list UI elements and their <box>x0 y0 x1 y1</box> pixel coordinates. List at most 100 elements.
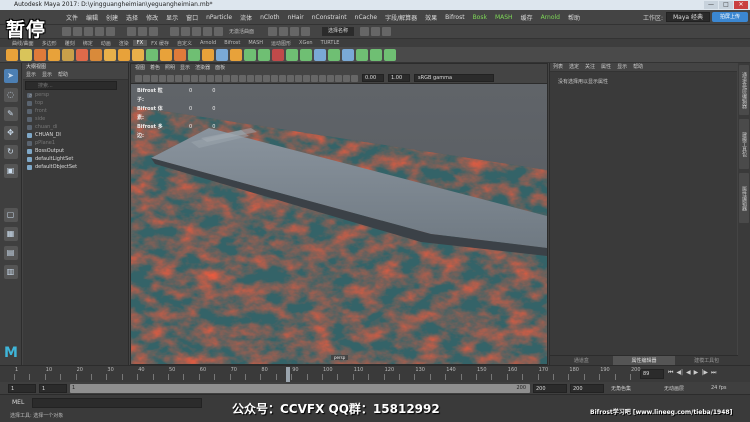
outliner-search-input[interactable] <box>25 81 117 90</box>
viewport-menu-item[interactable]: 照明 <box>165 64 175 73</box>
menu-item[interactable]: nConstraint <box>308 14 351 21</box>
shelf-tool-icon[interactable] <box>258 48 270 61</box>
outliner-item[interactable]: side <box>27 115 128 123</box>
outliner-item[interactable]: defaultLightSet <box>27 155 128 163</box>
menu-item[interactable]: 帮助 <box>564 13 584 22</box>
play-back-icon[interactable]: ◀ <box>686 369 691 377</box>
viewport-tool-icon[interactable] <box>239 74 246 82</box>
viewport-tool-icon[interactable] <box>303 74 310 82</box>
save-scene-icon[interactable] <box>84 27 93 36</box>
viewport-tool-icon[interactable] <box>247 74 254 82</box>
snap-view-icon[interactable] <box>203 27 212 36</box>
menu-item[interactable]: 创建 <box>102 13 122 22</box>
end-time-field[interactable]: 200 <box>570 383 604 393</box>
rotate-tool-icon[interactable]: ↻ <box>3 145 18 159</box>
toggle-panel-icon-2[interactable] <box>371 27 381 36</box>
step-back-icon[interactable]: ◀| <box>676 369 683 377</box>
shelf-tab[interactable]: 自定义 <box>173 40 196 47</box>
shelf-tab[interactable]: 运动图形 <box>267 40 295 47</box>
shelf-tool-icon[interactable] <box>118 48 130 61</box>
shelf-tab[interactable]: XGen <box>295 40 317 46</box>
shelf-tool-icon[interactable] <box>370 48 382 61</box>
select-component-icon[interactable] <box>149 27 158 36</box>
shelf-tool-icon[interactable] <box>48 48 60 61</box>
scale-tool-icon[interactable]: ▣ <box>3 164 18 178</box>
menu-item[interactable]: 选择 <box>122 13 142 22</box>
select-hierarchy-icon[interactable] <box>127 27 136 36</box>
attribute-tab[interactable]: 属性编辑器 <box>612 356 676 365</box>
four-view-icon[interactable]: ▦ <box>3 227 18 241</box>
shelf-tool-icon[interactable] <box>286 48 298 61</box>
ipr-render-icon[interactable] <box>279 27 289 36</box>
shelf-tool-icon[interactable] <box>132 48 144 61</box>
snap-grid-icon[interactable] <box>170 27 179 36</box>
toggle-panel-icon[interactable] <box>360 27 370 36</box>
viewport-tool-icon[interactable] <box>183 74 190 82</box>
playback-range-bar[interactable]: 1 200 <box>70 383 530 393</box>
shelf-tool-icon[interactable] <box>62 48 74 61</box>
step-forward-icon[interactable]: |▶ <box>701 369 708 377</box>
outliner-item[interactable]: persp <box>27 91 128 99</box>
viewport-tool-icon[interactable] <box>271 74 278 82</box>
viewport-menu-item[interactable]: 显示 <box>180 64 190 73</box>
shelf-tab[interactable]: 雕刻 <box>61 40 79 47</box>
outliner-menu-item[interactable]: 显示 <box>26 71 36 79</box>
single-view-icon[interactable]: ▢ <box>3 208 18 222</box>
viewport-tool-icon[interactable] <box>135 74 142 82</box>
snap-surface-icon[interactable] <box>214 27 223 36</box>
menu-item[interactable]: nCloth <box>256 14 284 21</box>
shelf-tool-icon[interactable] <box>328 48 340 61</box>
fps-dropdown[interactable]: 24 fps <box>711 385 727 391</box>
character-set-dropdown[interactable]: 无角色集 <box>611 385 661 392</box>
viewport-menu-item[interactable]: 视图 <box>135 64 145 73</box>
new-scene-icon[interactable] <box>62 27 71 36</box>
menu-item[interactable]: nCache <box>351 14 381 21</box>
select-tool-icon[interactable]: ➤ <box>3 69 18 83</box>
viewport-tool-icon[interactable] <box>351 74 358 82</box>
viewport-tool-icon[interactable] <box>167 74 174 82</box>
mel-label[interactable]: MEL <box>12 399 24 406</box>
shelf-tool-icon[interactable] <box>202 48 214 61</box>
viewport-tool-icon[interactable] <box>311 74 318 82</box>
viewport-tool-icon[interactable] <box>295 74 302 82</box>
shelf-tool-icon[interactable] <box>244 48 256 61</box>
shelf-tab[interactable]: Bifrost <box>220 40 244 46</box>
render-icon[interactable] <box>268 27 278 36</box>
menu-item[interactable]: 文件 <box>62 13 82 22</box>
attribute-menu-item[interactable]: 列表 <box>553 63 563 71</box>
shelf-tool-icon[interactable] <box>342 48 354 61</box>
attribute-tab[interactable]: 通道盒 <box>550 356 613 365</box>
menu-item[interactable]: Bifrost <box>441 14 468 21</box>
shelf-tool-icon[interactable] <box>20 48 32 61</box>
viewport-tool-icon[interactable] <box>199 74 206 82</box>
go-start-icon[interactable]: ⏮ <box>668 369 673 377</box>
anim-layer-dropdown[interactable]: 无动画层 <box>664 385 708 392</box>
outliner-menu-item[interactable]: 显示 <box>42 71 52 79</box>
snap-curve-icon[interactable] <box>181 27 190 36</box>
viewport-menu-item[interactable]: 面板 <box>215 64 225 73</box>
start-time-field[interactable]: 1 <box>8 383 36 393</box>
side-tab-modeling-toolkit[interactable]: 建模工具包 <box>739 119 749 169</box>
viewport-menu-item[interactable]: 渲染器 <box>195 64 210 73</box>
time-slider[interactable]: 89 ⏮ ◀| ◀ ▶ |▶ ⏭ 1 10 20 30 40 50 60 70 80 90 100 1… <box>0 365 750 382</box>
shelf-tool-icon[interactable] <box>174 48 186 61</box>
viewport-tool-icon[interactable] <box>223 74 230 82</box>
layout-icon-2[interactable]: ▥ <box>3 265 18 279</box>
open-scene-icon[interactable] <box>73 27 82 36</box>
menu-item[interactable]: 字段/解算器 <box>381 13 421 22</box>
menu-item[interactable]: MASH <box>491 14 517 21</box>
shelf-tool-icon[interactable] <box>300 48 312 61</box>
viewport-tool-icon[interactable] <box>255 74 262 82</box>
viewport-tool-icon[interactable] <box>343 74 350 82</box>
lasso-tool-icon[interactable]: ◌ <box>3 88 18 102</box>
snap-point-icon[interactable] <box>192 27 201 36</box>
outliner-item[interactable]: CHUAN_DI <box>27 131 128 139</box>
outliner-item[interactable]: defaultObjectSet <box>27 163 128 171</box>
outliner-item[interactable]: chuan_di <box>27 123 128 131</box>
hypershade-icon[interactable] <box>301 27 311 36</box>
shelf-tool-icon[interactable] <box>146 48 158 61</box>
menu-item[interactable]: 效果 <box>421 13 441 22</box>
viewport-tool-icon[interactable] <box>175 74 182 82</box>
current-frame-field[interactable]: 89 <box>640 369 664 379</box>
shelf-tool-icon[interactable] <box>104 48 116 61</box>
